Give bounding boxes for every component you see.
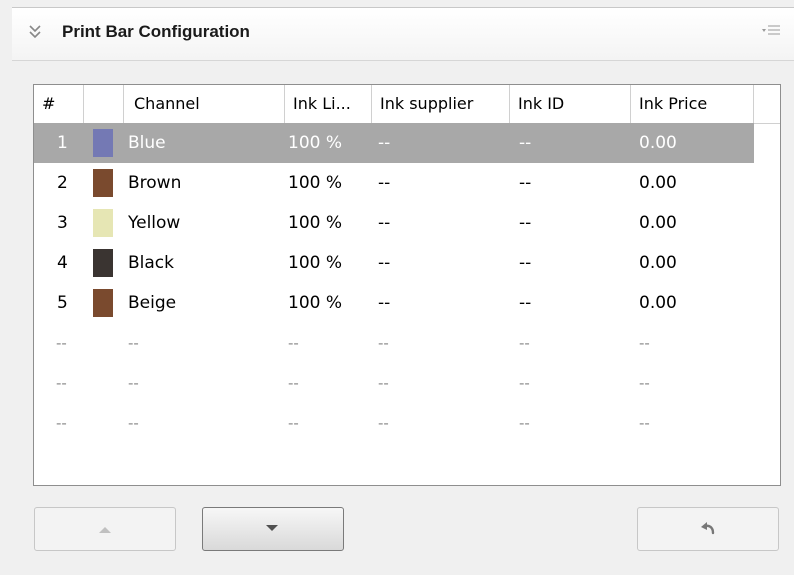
panel-menu-icon[interactable] xyxy=(762,25,780,37)
channel-name: -- xyxy=(128,414,139,432)
column-header-channel[interactable]: Channel xyxy=(124,85,285,123)
ink-price: 0.00 xyxy=(639,213,677,233)
ink-price: 0.00 xyxy=(639,293,677,313)
panel-header[interactable]: Print Bar Configuration xyxy=(12,7,794,61)
ink-id: -- xyxy=(519,213,532,233)
ink-limit: 100 % xyxy=(288,173,343,193)
ink-id: -- xyxy=(519,374,530,392)
column-header-ink-supplier[interactable]: Ink supplier xyxy=(372,85,510,123)
column-header-ink-limit[interactable]: Ink Li... xyxy=(285,85,372,123)
row-number: 3 xyxy=(57,213,68,233)
ink-price: -- xyxy=(639,374,650,392)
ink-price: 0.00 xyxy=(639,133,677,153)
color-swatch xyxy=(93,129,113,157)
ink-supplier: -- xyxy=(378,173,391,193)
color-swatch xyxy=(93,169,113,197)
column-header-color[interactable] xyxy=(84,85,124,123)
empty-table-row[interactable]: -- -- -- -- -- -- xyxy=(34,403,754,443)
channel-name: Yellow xyxy=(128,213,181,233)
ink-supplier: -- xyxy=(378,293,391,313)
ink-limit: 100 % xyxy=(288,133,343,153)
undo-icon xyxy=(701,522,715,535)
table-row[interactable]: 5 Beige 100 % -- -- 0.00 xyxy=(34,283,754,323)
ink-limit: 100 % xyxy=(288,293,343,313)
ink-limit: -- xyxy=(288,414,299,432)
channel-name: Brown xyxy=(128,173,182,193)
channel-name: Blue xyxy=(128,133,166,153)
row-number: 4 xyxy=(57,253,68,273)
ink-id: -- xyxy=(519,133,532,153)
panel-title: Print Bar Configuration xyxy=(62,22,250,41)
table-row[interactable]: 4 Black 100 % -- -- 0.00 xyxy=(34,243,754,283)
column-header-number[interactable]: # xyxy=(34,85,84,123)
channel-name: -- xyxy=(128,334,139,352)
ink-id: -- xyxy=(519,253,532,273)
ink-supplier: -- xyxy=(378,253,391,273)
channel-name: Beige xyxy=(128,293,177,313)
row-number: -- xyxy=(56,334,67,352)
column-header-ink-price[interactable]: Ink Price xyxy=(631,85,754,123)
ink-price: 0.00 xyxy=(639,253,677,273)
ink-supplier: -- xyxy=(378,133,391,153)
ink-supplier: -- xyxy=(378,334,389,352)
ink-id: -- xyxy=(519,414,530,432)
column-header-filler xyxy=(754,85,780,123)
row-number: 5 xyxy=(57,293,68,313)
column-header-ink-id[interactable]: Ink ID xyxy=(510,85,631,123)
channel-name: -- xyxy=(128,374,139,392)
ink-price: -- xyxy=(639,334,650,352)
ink-supplier: -- xyxy=(378,414,389,432)
ink-limit: -- xyxy=(288,334,299,352)
double-chevron-down-icon[interactable] xyxy=(28,23,42,41)
color-swatch xyxy=(93,289,113,317)
row-number: -- xyxy=(56,374,67,392)
table-row[interactable]: 3 Yellow 100 % -- -- 0.00 xyxy=(34,203,754,243)
table-row[interactable]: 1 Blue 100 % -- -- 0.00 xyxy=(34,123,754,163)
row-number: 1 xyxy=(57,133,68,153)
move-down-button[interactable] xyxy=(202,507,344,551)
table-row[interactable]: 2 Brown 100 % -- -- 0.00 xyxy=(34,163,754,203)
ink-id: -- xyxy=(519,334,530,352)
channels-table[interactable]: # Channel Ink Li... Ink supplier Ink ID … xyxy=(33,84,781,486)
table-header: # Channel Ink Li... Ink supplier Ink ID … xyxy=(34,85,780,124)
revert-button[interactable] xyxy=(637,507,779,551)
row-number: 2 xyxy=(57,173,68,193)
color-swatch xyxy=(93,209,113,237)
arrow-up-icon xyxy=(99,527,111,533)
ink-price: 0.00 xyxy=(639,173,677,193)
print-bar-configuration-panel: Print Bar Configuration # Channel Ink Li… xyxy=(0,0,794,575)
row-number: -- xyxy=(56,414,67,432)
ink-limit: 100 % xyxy=(288,213,343,233)
ink-price: -- xyxy=(639,414,650,432)
color-swatch xyxy=(93,249,113,277)
ink-id: -- xyxy=(519,173,532,193)
ink-supplier: -- xyxy=(378,374,389,392)
ink-limit: -- xyxy=(288,374,299,392)
ink-limit: 100 % xyxy=(288,253,343,273)
ink-id: -- xyxy=(519,293,532,313)
move-up-button[interactable] xyxy=(34,507,176,551)
empty-table-row[interactable]: -- -- -- -- -- -- xyxy=(34,323,754,363)
ink-supplier: -- xyxy=(378,213,391,233)
empty-table-row[interactable]: -- -- -- -- -- -- xyxy=(34,363,754,403)
arrow-down-icon xyxy=(266,525,278,531)
channel-name: Black xyxy=(128,253,174,273)
